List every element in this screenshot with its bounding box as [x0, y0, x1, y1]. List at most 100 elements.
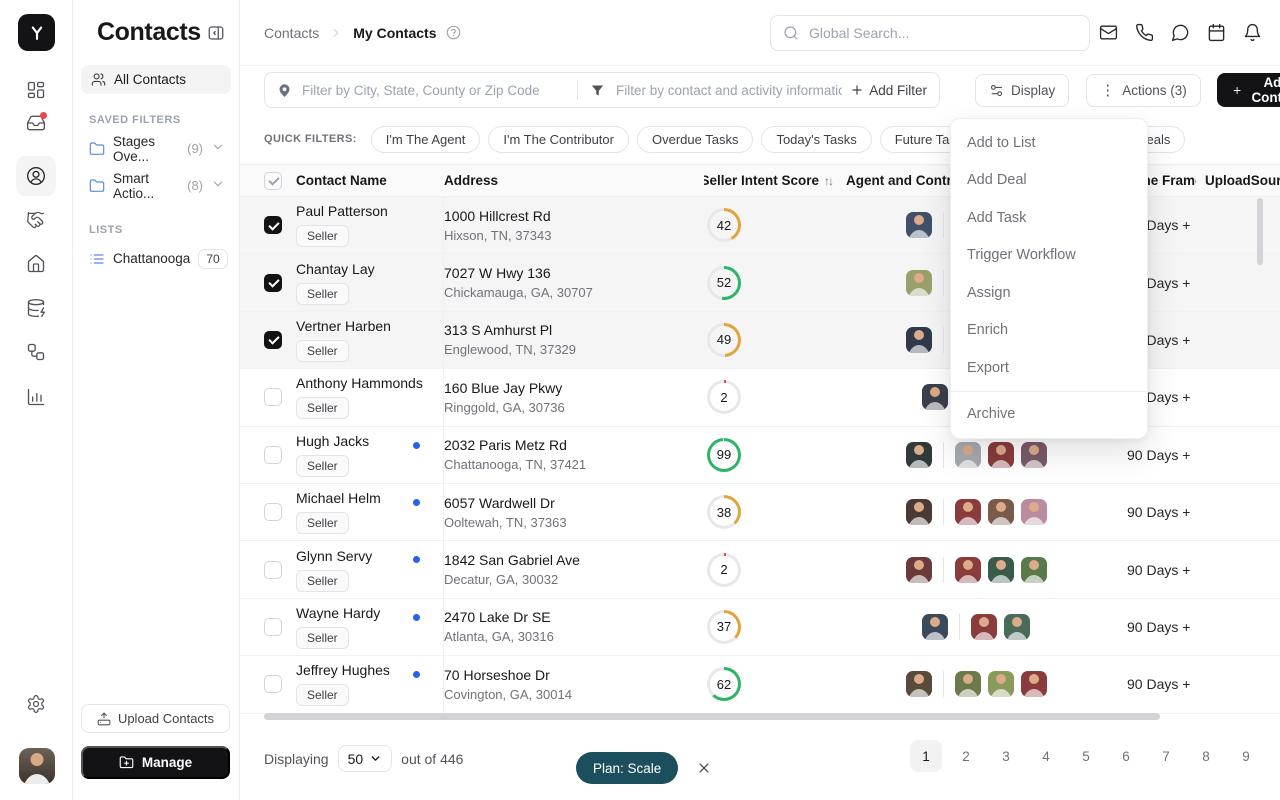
contributor-avatar[interactable]	[955, 557, 981, 583]
analytics-chart-icon[interactable]	[16, 377, 56, 417]
display-button[interactable]: Display	[975, 74, 1069, 107]
agent-avatar[interactable]	[906, 557, 932, 583]
row-checkbox[interactable]	[264, 618, 282, 636]
user-avatar[interactable]	[19, 748, 55, 784]
column-header-upload-source[interactable]: UploadSource	[1196, 173, 1280, 188]
data-database-icon[interactable]	[16, 288, 56, 328]
agent-avatar[interactable]	[906, 442, 932, 468]
page-button-2[interactable]: 2	[950, 740, 982, 772]
deals-handshake-icon[interactable]	[16, 200, 56, 240]
page-button-8[interactable]: 8	[1190, 740, 1222, 772]
contact-name[interactable]: Anthony Hammonds	[296, 375, 423, 391]
row-checkbox[interactable]	[264, 216, 282, 234]
quick-filter-pill[interactable]: I'm The Contributor	[488, 126, 629, 153]
quick-filter-pill[interactable]: Overdue Tasks	[637, 126, 753, 153]
row-checkbox[interactable]	[264, 388, 282, 406]
page-size-select[interactable]: 50	[338, 745, 393, 772]
contributor-avatar[interactable]	[988, 671, 1014, 697]
sidebar-item-stages-overview[interactable]: Stages Ove... (9)	[73, 130, 239, 167]
page-button-5[interactable]: 5	[1070, 740, 1102, 772]
page-button-3[interactable]: 3	[990, 740, 1022, 772]
menu-item[interactable]: Trigger Workflow	[951, 237, 1147, 275]
row-checkbox[interactable]	[264, 274, 282, 292]
contact-filter-input[interactable]	[614, 82, 844, 99]
page-button-4[interactable]: 4	[1030, 740, 1062, 772]
menu-item[interactable]: Add to List	[951, 124, 1147, 162]
column-header-seller-intent-score[interactable]: Seller Intent Score ↑↓	[704, 173, 834, 188]
table-row[interactable]: Wayne Hardy Seller 2470 Lake Dr SE Atlan…	[240, 599, 1280, 656]
contributor-avatar[interactable]	[1021, 557, 1047, 583]
contributor-avatar[interactable]	[955, 442, 981, 468]
menu-item[interactable]: Export	[951, 349, 1147, 387]
email-icon[interactable]	[1099, 23, 1118, 42]
contact-name[interactable]: Paul Patterson	[296, 203, 388, 219]
contributor-avatar[interactable]	[988, 557, 1014, 583]
contact-name[interactable]: Wayne Hardy	[296, 605, 380, 621]
contact-name[interactable]: Hugh Jacks	[296, 433, 369, 449]
chevron-down-icon[interactable]	[211, 140, 225, 157]
breadcrumb-parent[interactable]: Contacts	[264, 25, 319, 41]
add-contact-button[interactable]: Add Contact	[1217, 73, 1280, 107]
collapse-sidebar-icon[interactable]	[207, 24, 225, 42]
table-row[interactable]: Glynn Servy Seller 1842 San Gabriel Ave …	[240, 541, 1280, 598]
agent-avatar[interactable]	[906, 499, 932, 525]
row-checkbox[interactable]	[264, 561, 282, 579]
page-button-6[interactable]: 6	[1110, 740, 1142, 772]
contributor-avatar[interactable]	[1021, 499, 1047, 525]
upload-contacts-button[interactable]: Upload Contacts	[81, 704, 230, 733]
sidebar-item-all-contacts[interactable]: All Contacts	[81, 65, 231, 94]
agent-avatar[interactable]	[906, 671, 932, 697]
contributor-avatar[interactable]	[955, 499, 981, 525]
agent-avatar[interactable]	[906, 327, 932, 353]
contributor-avatar[interactable]	[988, 442, 1014, 468]
vertical-scrollbar[interactable]	[1257, 198, 1263, 265]
agent-avatar[interactable]	[922, 384, 948, 410]
contributor-avatar[interactable]	[955, 671, 981, 697]
contact-name[interactable]: Vertner Harben	[296, 318, 391, 334]
sort-icon[interactable]: ↑↓	[824, 174, 832, 188]
agent-avatar[interactable]	[906, 212, 932, 238]
menu-item[interactable]: Add Task	[951, 199, 1147, 237]
agent-avatar[interactable]	[906, 270, 932, 296]
settings-gear-icon[interactable]	[16, 684, 56, 724]
page-button-9[interactable]: 9	[1230, 740, 1262, 772]
chat-icon[interactable]	[1171, 23, 1190, 42]
global-search[interactable]	[770, 15, 1090, 51]
contact-name[interactable]: Michael Helm	[296, 490, 381, 506]
row-checkbox[interactable]	[264, 331, 282, 349]
workflow-icon[interactable]	[16, 332, 56, 372]
calendar-icon[interactable]	[1207, 23, 1226, 42]
contributor-avatar[interactable]	[1004, 614, 1030, 640]
agent-avatar[interactable]	[922, 614, 948, 640]
row-checkbox[interactable]	[264, 503, 282, 521]
close-icon[interactable]	[696, 760, 712, 776]
global-search-input[interactable]	[807, 24, 1077, 42]
location-filter-input[interactable]	[300, 82, 565, 99]
column-header-address[interactable]: Address	[444, 173, 704, 188]
menu-item[interactable]: Add Deal	[951, 162, 1147, 200]
menu-item-archive[interactable]: Archive	[951, 396, 1147, 434]
page-button-1[interactable]: 1	[910, 740, 942, 772]
properties-home-icon[interactable]	[16, 244, 56, 284]
contact-name[interactable]: Jeffrey Hughes	[296, 662, 390, 678]
contact-name[interactable]: Glynn Servy	[296, 548, 372, 564]
inbox-icon[interactable]	[16, 103, 56, 143]
contacts-icon[interactable]	[16, 156, 56, 196]
contributor-avatar[interactable]	[1021, 671, 1047, 697]
table-row[interactable]: Jeffrey Hughes Seller 70 Horseshoe Dr Co…	[240, 656, 1280, 713]
app-logo[interactable]	[18, 14, 55, 51]
help-icon[interactable]	[446, 25, 461, 40]
phone-icon[interactable]	[1135, 23, 1154, 42]
menu-item[interactable]: Enrich	[951, 312, 1147, 350]
quick-filter-pill[interactable]: I'm The Agent	[371, 126, 481, 153]
row-checkbox[interactable]	[264, 675, 282, 693]
manage-button[interactable]: Manage	[81, 746, 230, 779]
row-checkbox[interactable]	[264, 446, 282, 464]
column-header-contact-name[interactable]: Contact Name	[296, 173, 444, 188]
contributor-avatar[interactable]	[988, 499, 1014, 525]
select-all-checkbox[interactable]	[264, 172, 282, 190]
contributor-avatar[interactable]	[971, 614, 997, 640]
add-filter-button[interactable]: Add Filter	[850, 83, 927, 98]
menu-item[interactable]: Assign	[951, 274, 1147, 312]
sidebar-item-smart-actions[interactable]: Smart Actio... (8)	[73, 167, 239, 204]
